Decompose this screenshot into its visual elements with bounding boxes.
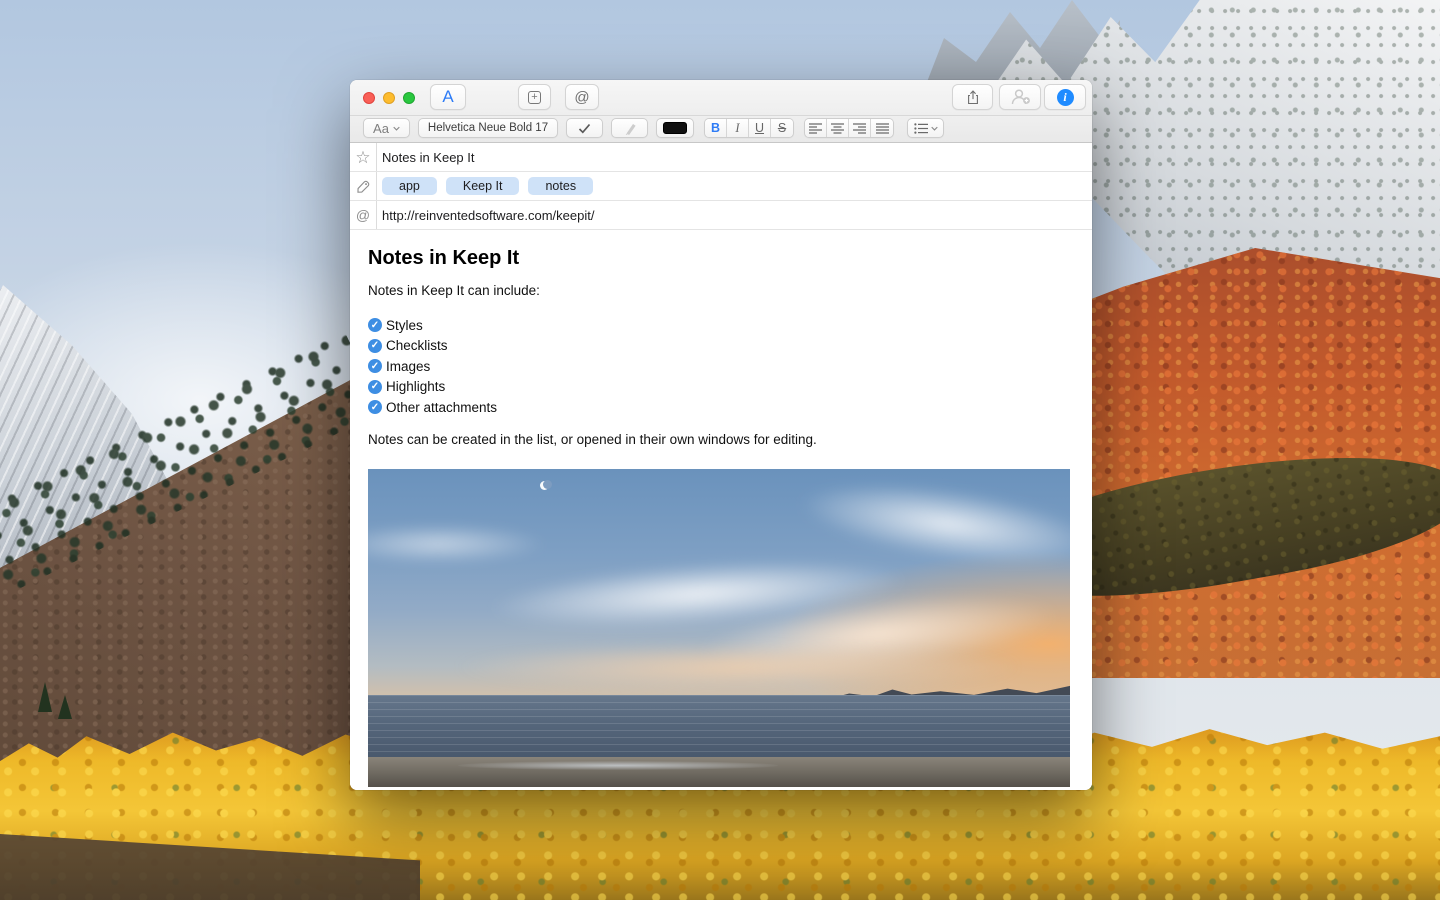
highlighter-icon [623,121,637,135]
align-right-icon [853,123,866,134]
note-editor[interactable]: Notes in Keep It Notes in Keep It can in… [350,230,1092,790]
text-size-label: Aa [373,121,389,136]
align-right-button[interactable] [849,119,871,137]
chevron-down-icon [931,126,938,131]
align-left-button[interactable] [805,119,827,137]
checklist-item-label: Other attachments [386,400,497,415]
checklist-item-label: Styles [386,318,423,333]
color-swatch-black [663,122,687,134]
new-note-button[interactable]: + [518,84,551,110]
minimize-button[interactable] [383,92,395,104]
info-icon: i [1057,89,1074,106]
note-url-field[interactable]: http://reinventedsoftware.com/keepit/ [377,208,594,223]
justify-button[interactable] [871,119,893,137]
tag-pill[interactable]: notes [528,177,593,195]
link-button[interactable]: @ [565,84,599,110]
checklist-item-label: Checklists [386,338,448,353]
underline-button[interactable]: U [749,119,771,137]
tags-field[interactable]: app Keep It notes [377,177,593,195]
desktop-wallpaper: A + @ [0,0,1440,900]
highlight-button[interactable] [611,118,648,138]
info-button[interactable]: i [1044,84,1086,110]
add-person-button[interactable] [999,84,1041,110]
checkbox-checked-icon[interactable]: ✓ [368,400,382,414]
align-center-icon [831,123,844,134]
chevron-down-icon [393,126,400,131]
traffic-lights [363,92,415,104]
checkbox-checked-icon[interactable]: ✓ [368,359,382,373]
window-titlebar[interactable]: A + @ [350,80,1092,115]
checklist-item[interactable]: ✓ Images [368,356,1070,377]
note-tags-row: app Keep It notes [350,172,1092,201]
note-photo-sunset-beach[interactable] [368,469,1070,787]
justify-icon [876,123,889,134]
checkmark-icon [578,123,591,134]
bullet-list-icon [914,123,928,134]
new-note-icon: + [528,91,541,104]
list-style-menu[interactable] [907,118,944,138]
alignment-group [804,118,894,138]
format-bar: Aa Helvetica Neue Bold 17 B I U [350,115,1092,143]
keep-it-window: A + @ [350,80,1092,790]
photo-crescent-moon [540,481,549,490]
note-paragraph: Notes can be created in the list, or ope… [368,432,1070,447]
text-size-menu[interactable]: Aa [363,118,410,138]
tag-icon [350,172,377,200]
share-icon [965,89,981,106]
zoom-button[interactable] [403,92,415,104]
checklist-item[interactable]: ✓ Highlights [368,377,1070,398]
checklist-item[interactable]: ✓ Other attachments [368,397,1070,418]
note-title-field[interactable]: Notes in Keep It [377,150,475,165]
italic-button[interactable]: I [727,119,749,137]
note-checklist: ✓ Styles ✓ Checklists ✓ Images ✓ Highlig… [368,315,1070,418]
text-style-group: B I U S [704,118,794,138]
checklist-item-label: Highlights [386,379,445,394]
align-left-icon [809,123,822,134]
note-url-row: @ http://reinventedsoftware.com/keepit/ [350,201,1092,230]
checklist-item-label: Images [386,359,430,374]
note-intro-text: Notes in Keep It can include: [368,283,1070,298]
checkbox-checked-icon[interactable]: ✓ [368,380,382,394]
star-glyph: ☆ [355,149,370,166]
add-person-icon [1010,89,1031,105]
strikethrough-button[interactable]: S [771,119,793,137]
text-color-button[interactable] [656,118,694,138]
align-center-button[interactable] [827,119,849,137]
tag-pill[interactable]: Keep It [446,177,520,195]
checkbox-checked-icon[interactable]: ✓ [368,318,382,332]
show-format-bar-button[interactable]: A [430,84,466,110]
checklist-item[interactable]: ✓ Styles [368,315,1070,336]
tag-pill[interactable]: app [382,177,437,195]
at-glyph: @ [356,207,370,223]
checkbox-checked-icon[interactable]: ✓ [368,339,382,353]
font-name-field[interactable]: Helvetica Neue Bold 17 [418,118,558,138]
close-button[interactable] [363,92,375,104]
photo-beach [368,757,1070,787]
photo-cloud [458,644,1018,690]
checklist-item[interactable]: ✓ Checklists [368,336,1070,357]
share-button[interactable] [952,84,993,110]
photo-sea [368,695,1070,759]
note-heading: Notes in Keep It [368,245,1070,271]
checklist-toggle-button[interactable] [566,118,603,138]
favorite-star-icon[interactable]: ☆ [350,143,377,171]
note-title-row: ☆ Notes in Keep It [350,143,1092,172]
url-at-icon: @ [350,201,377,229]
bold-button[interactable]: B [705,119,727,137]
